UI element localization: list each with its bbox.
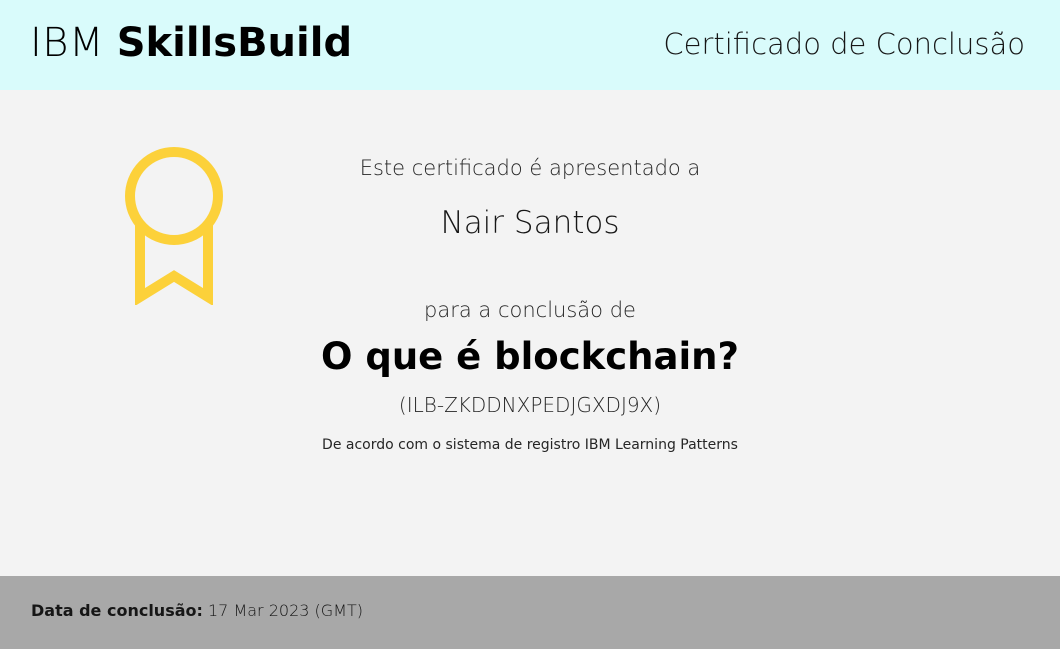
certificate-header: IBM SkillsBuild Certificado de Conclusão bbox=[0, 0, 1060, 90]
completion-date: Data de conclusão: 17 Mar 2023 (GMT) bbox=[31, 601, 363, 620]
completion-date-label: Data de conclusão: bbox=[31, 601, 203, 620]
presented-to-label: Este certificado é apresentado a bbox=[359, 156, 701, 180]
completion-label: para a conclusão de bbox=[424, 298, 636, 322]
brand-name: SkillsBuild bbox=[116, 20, 353, 66]
course-title: O que é blockchain? bbox=[321, 335, 739, 378]
certificate-footer: Data de conclusão: 17 Mar 2023 (GMT) bbox=[0, 576, 1060, 649]
certificate-page: IBM SkillsBuild Certificado de Conclusão… bbox=[0, 0, 1060, 649]
brand-logo: IBM SkillsBuild bbox=[30, 20, 352, 66]
recipient-name: Nair Santos bbox=[440, 205, 620, 241]
course-id: (ILB-ZKDDNXPEDJGXDJ9X) bbox=[398, 393, 662, 417]
brand-prefix: IBM bbox=[30, 20, 104, 66]
completion-date-value: 17 Mar 2023 (GMT) bbox=[208, 601, 363, 620]
certificate-title: Certificado de Conclusão bbox=[663, 27, 1025, 61]
registry-note: De acordo com o sistema de registro IBM … bbox=[322, 437, 738, 453]
